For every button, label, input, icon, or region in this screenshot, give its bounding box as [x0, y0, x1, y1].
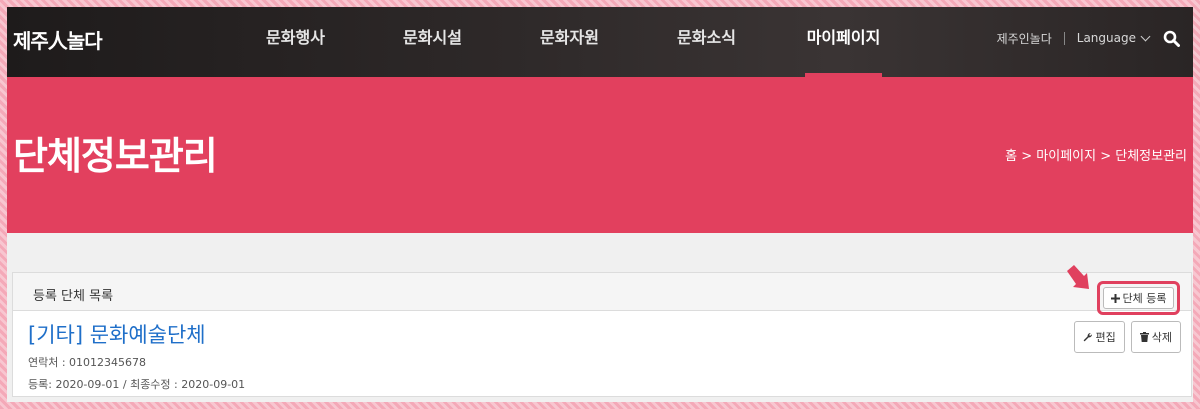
main-nav: 문화행사 문화시설 문화자원 문화소식 마이페이지: [227, 7, 912, 77]
page-frame: 제주人놀다 문화행사 문화시설 문화자원 문화소식 마이페이지 제주인놀다 La…: [7, 7, 1193, 402]
nav-item-mypage[interactable]: 마이페이지: [775, 7, 912, 77]
dates-text: 등록: 2020-09-01 / 최종수정 : 2020-09-01: [28, 378, 246, 391]
group-title-link[interactable]: [기타] 문화예술단체: [28, 319, 1176, 349]
nav-item-news[interactable]: 문화소식: [638, 7, 775, 77]
language-label: Language: [1076, 31, 1136, 45]
search-button[interactable]: [1149, 7, 1193, 69]
edit-button[interactable]: 편집: [1073, 321, 1125, 353]
delete-button[interactable]: 삭제: [1130, 321, 1181, 353]
list-item: [기타] 문화예술단체 연락처 : 01012345678 등록: 2020-0…: [13, 311, 1191, 400]
site-logo[interactable]: 제주人놀다: [13, 21, 103, 61]
nav-item-resources[interactable]: 문화자원: [501, 7, 638, 77]
panel-header: 등록 단체 목록 단체 등록: [13, 273, 1191, 315]
pointer-arrow-icon: [1067, 265, 1089, 289]
group-list-panel: 등록 단체 목록 단체 등록 [기타] 문화예술단체 연락처 : 0101234…: [12, 272, 1192, 397]
wrench-icon: [1083, 332, 1092, 342]
page-banner: 단체정보관리 홈 > 마이페이지 > 단체정보관리: [7, 77, 1193, 233]
top-navigation-bar: 제주人놀다 문화행사 문화시설 문화자원 문화소식 마이페이지 제주인놀다 La…: [7, 7, 1193, 77]
delete-label: 삭제: [1151, 331, 1172, 344]
search-icon: [1163, 30, 1180, 47]
edit-label: 편집: [1095, 331, 1116, 344]
util-link-jejuinnolda[interactable]: 제주인놀다: [997, 30, 1052, 47]
register-group-button[interactable]: 단체 등록: [1103, 287, 1174, 309]
plus-icon: [1110, 293, 1120, 303]
register-label: 단체 등록: [1122, 292, 1167, 305]
panel-title: 등록 단체 목록: [33, 289, 114, 304]
page-title: 단체정보관리: [13, 134, 218, 178]
register-highlight-box: 단체 등록: [1097, 281, 1180, 315]
item-actions: 편집 삭제: [1073, 321, 1181, 353]
trash-icon: [1139, 332, 1149, 342]
language-selector[interactable]: Language: [1076, 31, 1151, 45]
utility-menu: 제주인놀다 Language: [997, 7, 1193, 69]
divider: [1063, 31, 1065, 45]
breadcrumb: 홈 > 마이페이지 > 단체정보관리: [1005, 149, 1187, 164]
contact-text: 연락처 : 01012345678: [28, 356, 147, 369]
nav-item-facilities[interactable]: 문화시설: [364, 7, 501, 77]
nav-item-events[interactable]: 문화행사: [227, 7, 364, 77]
